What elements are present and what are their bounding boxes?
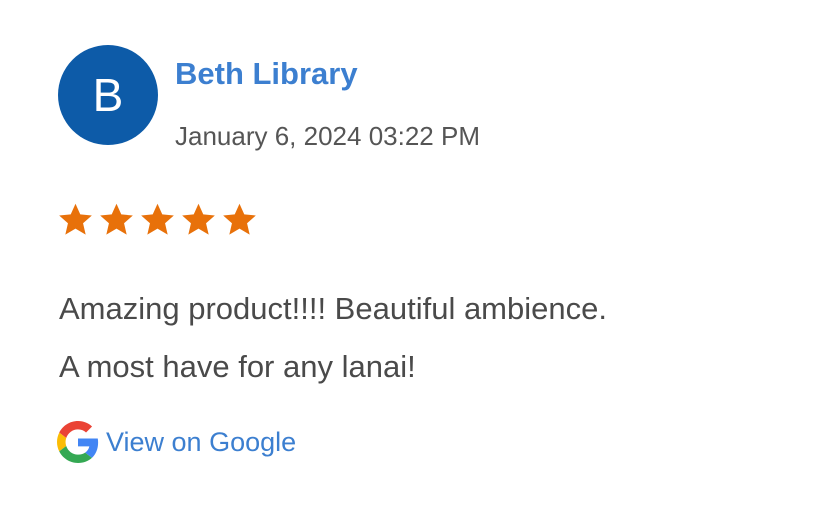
review-text-line-2: A most have for any lanai!	[59, 349, 416, 384]
review-text-line-1: Amazing product!!!! Beautiful ambience.	[59, 291, 607, 326]
star-rating	[57, 201, 258, 238]
review-date: January 6, 2024 03:22 PM	[175, 121, 480, 151]
review-text: Amazing product!!!! Beautiful ambience. …	[59, 280, 799, 396]
view-on-google-label: View on Google	[106, 426, 297, 457]
star-icon	[100, 203, 133, 235]
star-icon	[182, 203, 215, 235]
star-icon	[223, 203, 256, 235]
google-g-icon	[57, 421, 99, 463]
view-on-google-link[interactable]: View on Google	[57, 421, 296, 463]
avatar: B	[58, 45, 158, 145]
star-icon	[59, 203, 92, 235]
star-icon	[141, 203, 174, 235]
review-card: B Beth Library January 6, 2024 03:22 PM …	[0, 0, 827, 522]
author-name: Beth Library	[175, 56, 358, 91]
